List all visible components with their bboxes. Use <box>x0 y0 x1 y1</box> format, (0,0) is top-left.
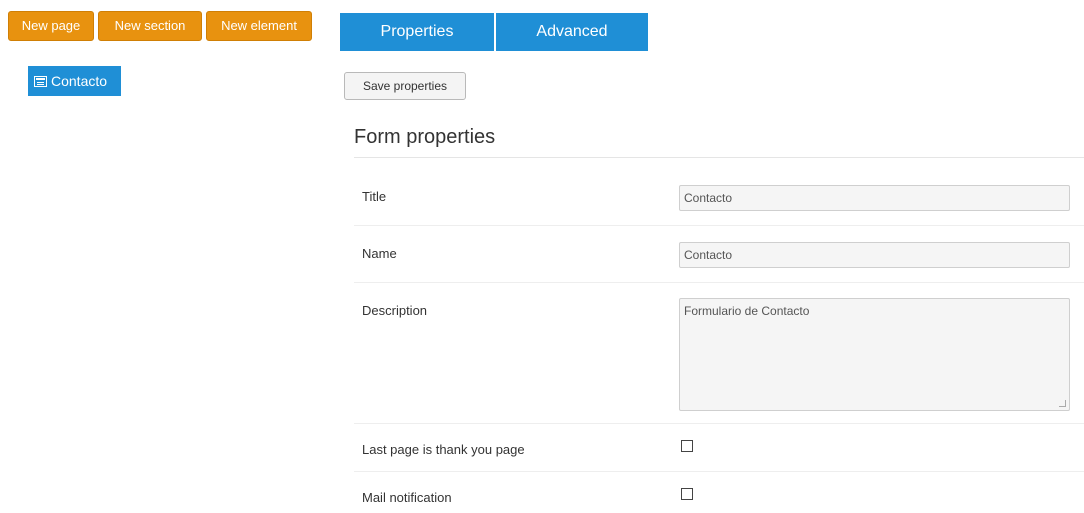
section-title: Form properties <box>354 126 496 148</box>
row-divider <box>354 282 1084 283</box>
new-page-button[interactable]: New page <box>8 11 94 41</box>
name-field[interactable]: Contacto <box>679 242 1070 268</box>
form-icon <box>34 75 47 87</box>
description-value: Formulario de Contacto <box>684 304 810 318</box>
save-properties-button[interactable]: Save properties <box>344 72 466 100</box>
new-section-button[interactable]: New section <box>98 11 202 41</box>
tab-properties[interactable]: Properties <box>340 13 494 51</box>
section-divider <box>354 157 1084 158</box>
resize-handle-icon[interactable] <box>1059 400 1066 407</box>
description-label: Description <box>362 303 428 318</box>
description-textarea[interactable]: Formulario de Contacto <box>679 298 1070 411</box>
thank-you-label: Last page is thank you page <box>362 442 525 457</box>
tab-advanced[interactable]: Advanced <box>496 13 648 51</box>
mail-notification-checkbox[interactable] <box>681 488 693 500</box>
row-divider <box>354 471 1084 472</box>
app-root: New page New section New element Contact… <box>0 0 1084 513</box>
row-divider <box>354 423 1084 424</box>
row-divider <box>354 225 1084 226</box>
toolbar: New page New section New element <box>8 11 312 41</box>
name-label: Name <box>362 246 397 261</box>
thank-you-checkbox[interactable] <box>681 440 693 452</box>
tab-bar: Properties Advanced <box>340 13 648 51</box>
tree-item-contacto[interactable]: Contacto <box>28 66 121 96</box>
tree-item-label: Contacto <box>51 73 108 89</box>
new-element-button[interactable]: New element <box>206 11 312 41</box>
mail-notification-label: Mail notification <box>362 490 452 505</box>
title-label: Title <box>362 189 387 204</box>
title-field[interactable]: Contacto <box>679 185 1070 211</box>
